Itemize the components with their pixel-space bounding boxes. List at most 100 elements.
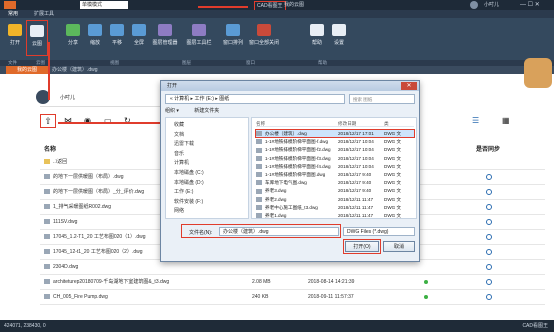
panel-username: 小吋儿 [60,95,76,101]
nav-item[interactable]: 本地磁盘 (C:) [174,169,204,176]
nav-item[interactable]: 收藏 [174,121,184,128]
sync-icon[interactable] [486,189,492,195]
window-controls[interactable]: — ☐ ✕ [520,1,540,9]
close-all-label: 窗口全部关闭 [248,40,279,46]
address-bar[interactable]: « 计算机 ▸ 工作 (E:) ▸ 图纸 [165,94,345,104]
upload-icon[interactable]: ⇧ [40,114,56,128]
mode-select[interactable]: 单模模式 [80,1,128,9]
file-type-select[interactable]: DWG Files (*.dwg) [343,227,415,236]
list-item-name: 1-1#地铁排模阶梯平面图-f2.dwg [265,147,331,153]
ribbon-tabs: 常用 扩展工具 [0,10,554,18]
grid-view-icon[interactable]: ▦ [502,116,510,125]
table-row[interactable]: CH_005_Fire Pump.dwg [44,291,108,303]
pan-button[interactable]: 平移 [106,20,128,56]
search-placeholder: 搜索 图纸 [353,97,373,102]
nav-item[interactable]: 软件安装 (F:) [174,198,203,205]
organize-button[interactable]: 组织 ▾ [165,108,179,114]
zoom-button[interactable]: 缩放 [84,20,106,56]
list-item[interactable]: 1-1#地铁排模阶梯平面图-f2.dwg 2018/12/17 10:04 DWG … [256,146,414,153]
list-item-name: 养老2.dwg [265,196,287,202]
list-item[interactable]: 1-1#地铁排模阶梯平面图-f4.dwg 2018/12/17 10:04 DWG … [256,163,414,170]
sync-icon[interactable] [486,204,492,210]
new-folder-button[interactable]: 新建文件夹 [194,108,219,114]
layer-toolbar-button[interactable]: 图层工具栏 [184,20,214,56]
nav-item[interactable]: 本地磁盘 (D:) [174,179,204,186]
sync-icon[interactable] [486,234,492,240]
list-item[interactable]: 1-1#地铁排模阶梯平面图-f.dwg 2018/12/17 10:04 DWG 文 [256,138,414,145]
fullscreen-button[interactable]: 全屏 [128,20,150,56]
share-icon [66,24,80,36]
layer-toolbar-icon [192,24,206,36]
col-name-header[interactable]: 名称 [44,144,56,153]
list-item[interactable]: 养老3.dwg 2018/12/17 9:40 DWG 文 [256,187,414,194]
layer-manager-button[interactable]: 图层管理器 [150,20,180,56]
nav-item[interactable]: 迅雷下载 [174,140,194,147]
col-type[interactable]: 类 [384,120,389,127]
zoom-icon [88,24,102,36]
list-item-type: DWG 文 [384,139,402,145]
sync-icon[interactable] [486,279,492,285]
col-name[interactable]: 名称 [256,121,265,126]
nav-item[interactable]: 网络 [174,207,184,214]
settings-button[interactable]: 设置 [328,20,350,56]
file-icon [44,249,50,255]
sync-icon[interactable] [486,264,492,270]
table-row[interactable]: architeturep20180709-千岛湖地下室建筑图&_t3.dwg [44,276,169,288]
nav-item[interactable]: 文档 [174,131,184,138]
list-item-date: 2018/12/17 9:40 [338,180,372,186]
sync-icon[interactable] [486,294,492,300]
sync-icon[interactable] [486,249,492,255]
sync-icon[interactable] [486,219,492,225]
list-item-date: 2018/12/17 9:40 [338,172,372,177]
search-input[interactable]: 搜索 图纸 [349,94,415,104]
table-row[interactable]: 1_排气采暖图纸R002.dwg [44,201,111,213]
table-row[interactable]: 111SV.dwg [44,216,77,228]
list-item-date: 2018/12/11 11:47 [338,196,374,202]
window-arrange-button[interactable]: 窗口排列 [220,20,246,56]
nav-item[interactable]: 计算机 [174,159,189,166]
synced-status-icon [424,295,428,299]
nav-item[interactable]: 音乐 [174,150,184,157]
share-button[interactable]: 分享 [62,20,84,56]
table-row[interactable]: 的地下一层供暖图（布局）.dwg [44,171,124,183]
list-item-type: DWG 文 [384,163,402,169]
app-logo-icon [4,1,16,9]
window-arrange-label: 窗口排列 [222,40,243,46]
avatar[interactable] [470,1,478,9]
list-view-icon[interactable]: ☰ [472,116,479,125]
list-item[interactable]: 养老中心施工图纸_t3.dwg 2018/12/11 11:47 DWG 文 [256,204,414,211]
col-date[interactable]: 修改日期 [338,120,356,127]
tab-common[interactable]: 常用 [8,10,18,18]
file-tab[interactable]: 办公楼（建筑）.dwg [52,66,98,74]
title-bar: 单模模式 CAD看图王 我的云图 小吋儿 — ☐ ✕ [0,0,554,11]
list-header: 名称 修改日期 类 [256,120,414,127]
synced-status-icon [424,280,428,284]
list-item[interactable]: 1-1#地铁排模阶梯平面图.dwg 2018/12/17 9:40 DWG 文 [256,171,414,178]
table-row[interactable]: 2304D.dwg [44,261,78,273]
cancel-button[interactable]: 取消 [383,241,415,252]
file-name: ..\返回 [53,159,68,165]
tab-extended[interactable]: 扩展工具 [34,10,54,18]
table-row[interactable]: 的地下一层供暖图（布局）_分_评价.dwg [44,186,144,198]
list-item[interactable]: 办公楼（建筑）.dwg 2018/12/17 17:01 DWG 文 [255,129,415,138]
list-item[interactable]: 1-1#地铁排模阶梯平面图-f3.dwg 2018/12/17 10:04 DWG … [256,155,414,162]
file-size: 2.08 MB [252,279,271,285]
list-item[interactable]: 养老2.dwg 2018/12/11 11:47 DWG 文 [256,196,414,203]
list-item[interactable]: 车库地下电气图.dwg 2018/12/17 9:40 DWG 文 [256,179,414,186]
list-item[interactable]: 养老1.dwg 2018/12/11 11:47 DWG 文 [256,212,414,219]
my-cloud-tab[interactable]: 我的云图 [6,66,48,74]
close-icon[interactable]: ✕ [401,82,417,90]
mascot-icon[interactable] [524,58,552,88]
cloud-button[interactable]: 云图 [26,20,48,56]
help-button[interactable]: 帮助 [306,20,328,56]
divider [40,106,180,107]
close-all-button[interactable]: 窗口全部关闭 [248,20,280,56]
nav-item[interactable]: 工作 (E:) [174,188,193,195]
open-button[interactable]: 打开 [4,20,26,56]
navigation-pane: 收藏文档迅雷下载音乐计算机本地磁盘 (C:) 本地磁盘 (D:) 工作 (E:) 软件… [165,117,249,219]
table-row[interactable]: 17045_1.2-T1_20 工艺布图020（1）.dwg [44,231,146,243]
table-row[interactable]: ..\返回 [44,156,67,168]
file-icon [44,204,50,210]
sync-icon[interactable] [486,174,492,180]
table-row[interactable]: 17045_12-t1_20 工艺布图020（2）.dwg [44,246,143,258]
